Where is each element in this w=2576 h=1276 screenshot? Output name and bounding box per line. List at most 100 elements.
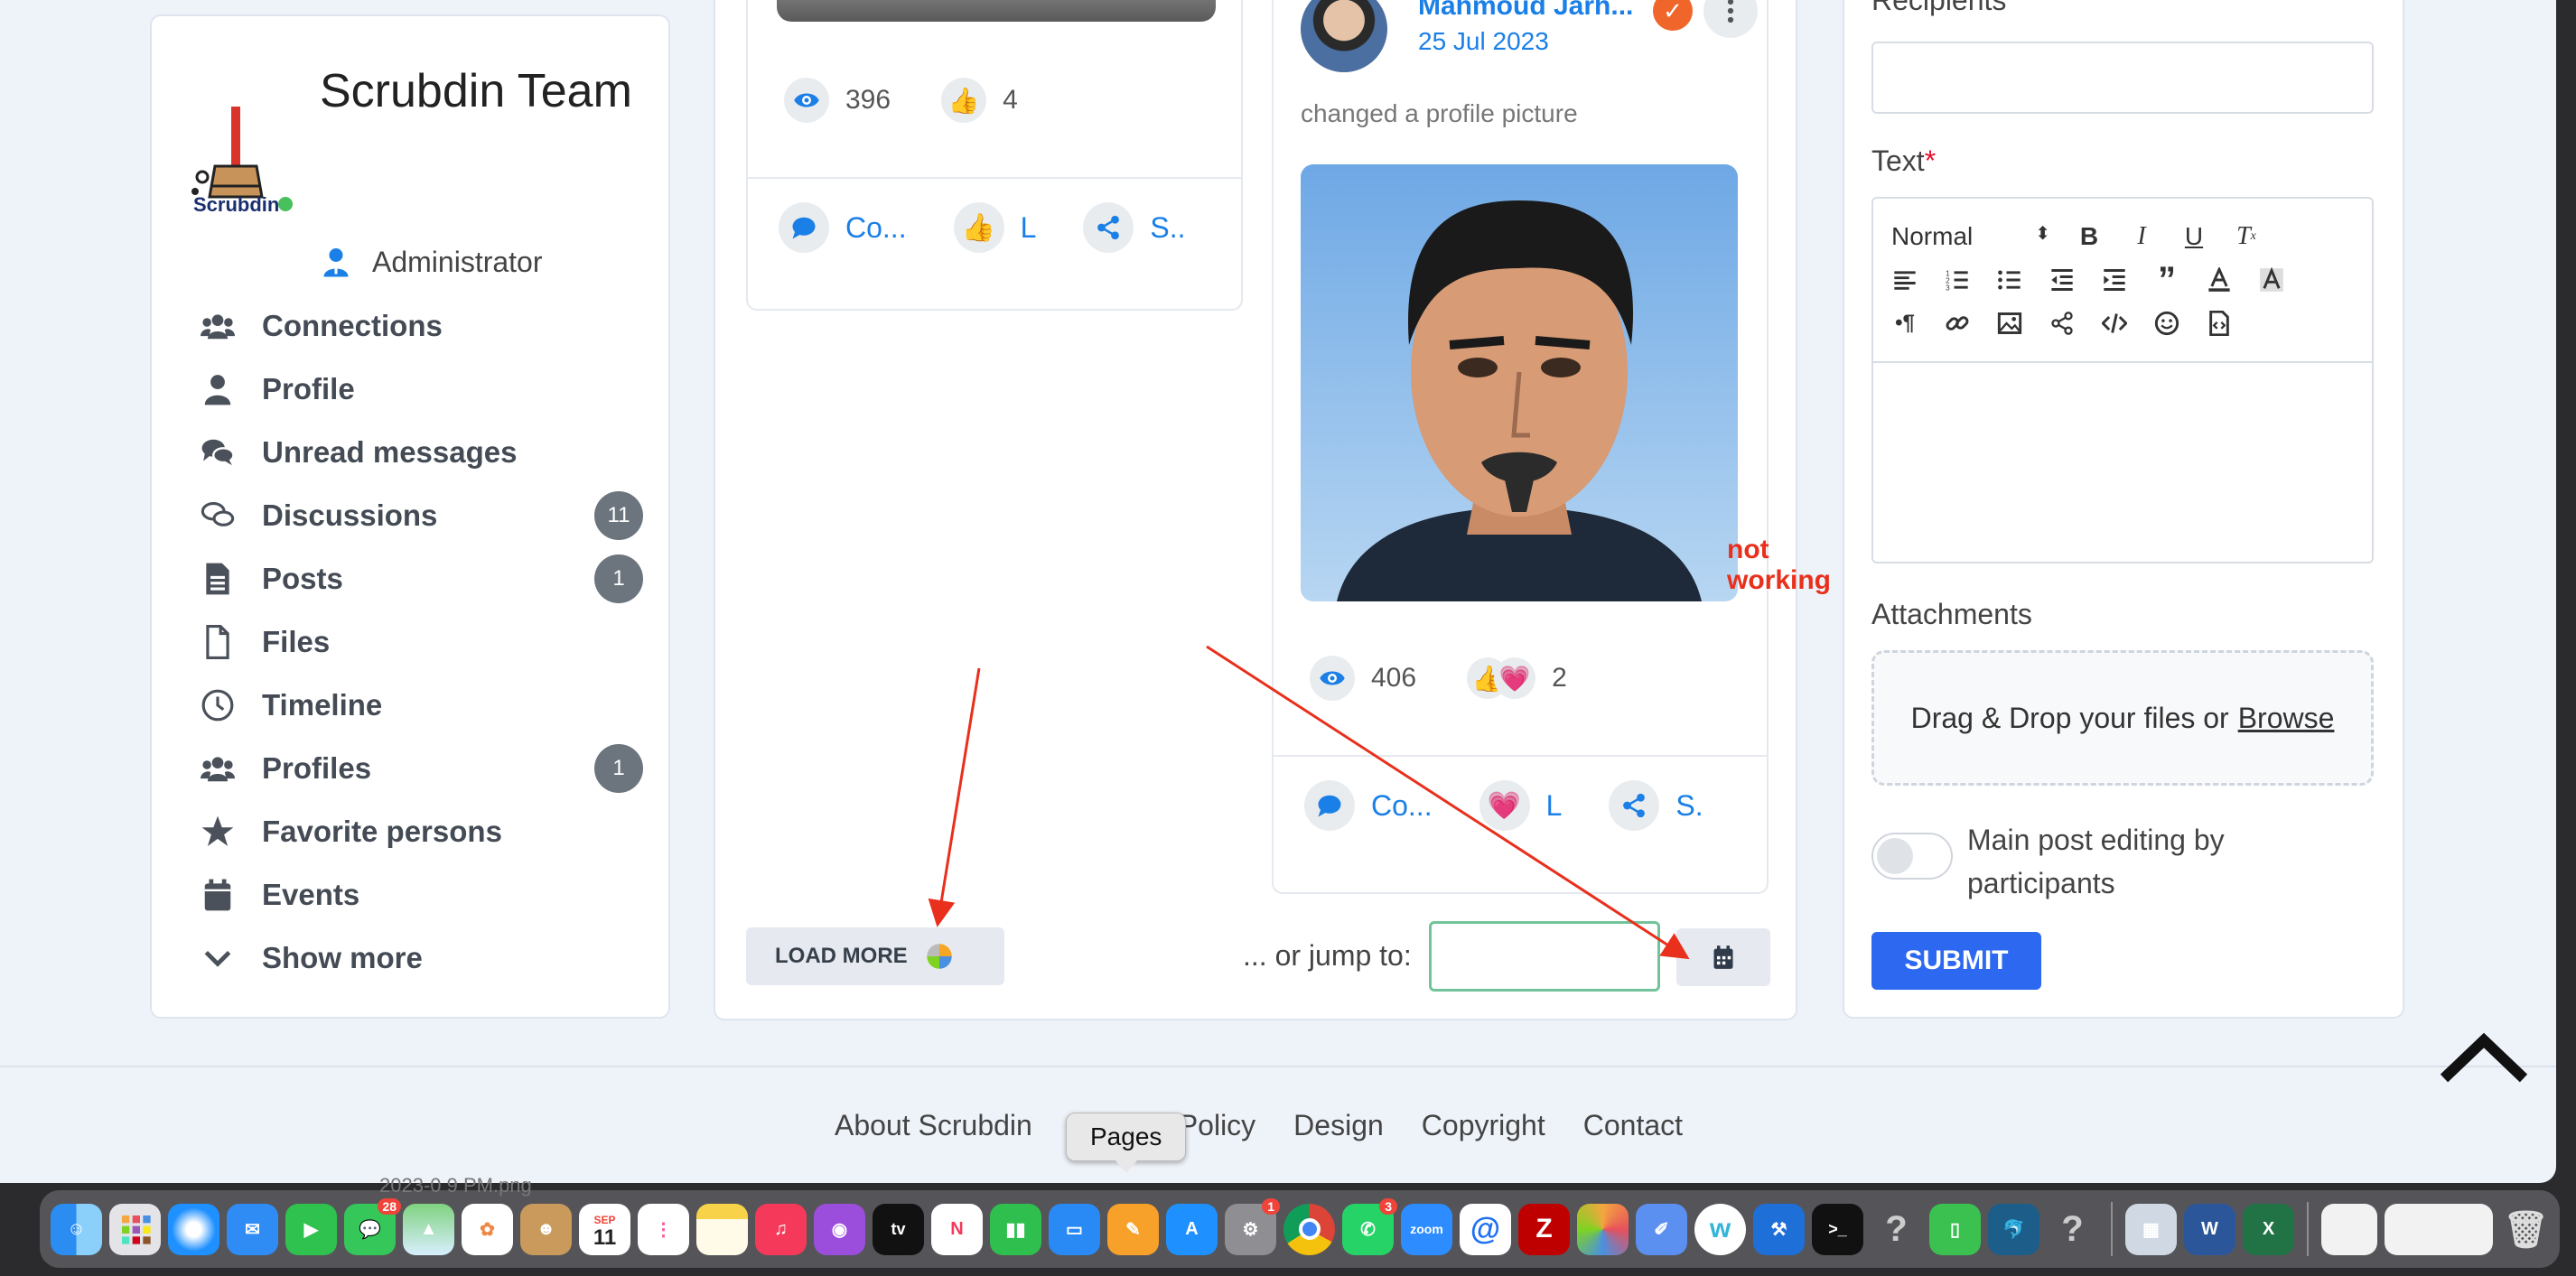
chrome-icon[interactable]: [1283, 1203, 1335, 1255]
colorful-app-icon[interactable]: [1577, 1203, 1629, 1255]
background-color-icon[interactable]: [2258, 266, 2285, 293]
pages-icon[interactable]: ✎: [1107, 1203, 1159, 1255]
emoji-icon[interactable]: [2153, 310, 2180, 337]
reactions-stat[interactable]: 👍 💗 2: [1467, 657, 1567, 699]
post-menu-button[interactable]: [1703, 0, 1758, 38]
sidebar-item-files[interactable]: Files: [201, 610, 643, 674]
main-post-editing-toggle[interactable]: [1871, 833, 1953, 880]
format-select[interactable]: Normal ⬍: [1891, 222, 2050, 251]
launchpad-icon[interactable]: [109, 1203, 161, 1255]
recipients-input[interactable]: [1871, 42, 2374, 114]
italic-button[interactable]: I: [2128, 222, 2155, 250]
load-more-button[interactable]: LOAD MORE: [746, 927, 1004, 985]
excel-icon[interactable]: X: [2243, 1203, 2294, 1255]
xcode-icon[interactable]: ⚒: [1753, 1203, 1805, 1255]
like-button[interactable]: 💗 L: [1479, 780, 1562, 831]
ordered-list-icon[interactable]: 123: [1944, 266, 1971, 293]
sidebar-item-posts[interactable]: Posts 1: [201, 547, 643, 610]
music-icon[interactable]: ♫: [755, 1203, 807, 1255]
sidebar-item-unread-messages[interactable]: Unread messages: [201, 421, 643, 484]
pen-app-icon[interactable]: ✐: [1636, 1203, 1687, 1255]
share-button[interactable]: S..: [1083, 202, 1186, 253]
submit-button[interactable]: SUBMIT: [1871, 932, 2041, 990]
text-color-icon[interactable]: [2206, 266, 2233, 293]
downloads-stack-icon[interactable]: [2385, 1203, 2493, 1255]
blockquote-icon[interactable]: ”: [2153, 260, 2180, 300]
share-icon[interactable]: [2049, 310, 2076, 337]
outdent-icon[interactable]: [2049, 266, 2076, 293]
footer-link-contact[interactable]: Contact: [1583, 1109, 1683, 1142]
maps-icon[interactable]: ▲: [403, 1203, 454, 1255]
comment-button[interactable]: Co...: [779, 202, 907, 253]
mail-icon[interactable]: ✉: [227, 1203, 278, 1255]
footer-link-about[interactable]: About Scrubdin: [835, 1109, 1032, 1142]
whatsapp-icon[interactable]: ✆ 3: [1342, 1197, 1397, 1255]
browse-link[interactable]: Browse: [2238, 702, 2335, 735]
sidebar-item-events[interactable]: Events: [201, 863, 643, 927]
zoom-icon[interactable]: zoom: [1401, 1203, 1452, 1255]
sidebar-show-more[interactable]: Show more: [201, 927, 643, 990]
text-direction-icon[interactable]: •¶: [1891, 310, 1918, 337]
numbers-icon[interactable]: ▮▮: [990, 1203, 1041, 1255]
post-image[interactable]: [777, 0, 1216, 22]
like-button[interactable]: 👍 L: [953, 202, 1036, 253]
sidebar-item-connections[interactable]: Connections: [201, 294, 643, 358]
image-icon[interactable]: [1996, 310, 2023, 337]
photos-icon[interactable]: ✿: [462, 1203, 513, 1255]
jump-to-date-input[interactable]: [1429, 921, 1660, 992]
post-date-link[interactable]: 25 Jul 2023: [1418, 27, 1549, 56]
sidebar-item-favorite-persons[interactable]: Favorite persons: [201, 800, 643, 863]
align-icon[interactable]: [1891, 266, 1918, 293]
safari-icon[interactable]: ✦: [168, 1203, 219, 1255]
unknown-app-icon[interactable]: ?: [2047, 1204, 2098, 1255]
recent-file-icon[interactable]: [2321, 1203, 2377, 1255]
author-name-link[interactable]: Mahmoud Jarh...: [1418, 0, 1633, 22]
finder-icon[interactable]: ☺: [51, 1203, 102, 1255]
code-file-icon[interactable]: [2206, 310, 2233, 337]
attachments-dropzone[interactable]: Drag & Drop your files or Browse: [1871, 650, 2374, 786]
code-icon[interactable]: [2101, 310, 2128, 337]
footer-link-copyright[interactable]: Copyright: [1422, 1109, 1545, 1142]
messages-icon[interactable]: 💬 28: [344, 1197, 401, 1255]
comment-button[interactable]: Co...: [1304, 780, 1433, 831]
indent-icon[interactable]: [2101, 266, 2128, 293]
sidebar-item-profiles[interactable]: Profiles 1: [201, 737, 643, 800]
clear-format-button[interactable]: Tx: [2233, 222, 2260, 250]
date-picker-button[interactable]: [1676, 928, 1770, 986]
footer-link-design[interactable]: Design: [1293, 1109, 1384, 1142]
bullet-list-icon[interactable]: [1996, 266, 2023, 293]
link-icon[interactable]: [1944, 310, 1971, 337]
reminders-icon[interactable]: ⋮: [638, 1203, 689, 1255]
calendar-app-icon[interactable]: SEP 11: [579, 1203, 630, 1255]
scroll-to-top-icon[interactable]: [2439, 1028, 2529, 1087]
sidebar-item-timeline[interactable]: Timeline: [201, 674, 643, 737]
apple-tv-icon[interactable]: tv: [873, 1203, 924, 1255]
word-icon[interactable]: W: [2184, 1203, 2235, 1255]
sidebar-item-profile[interactable]: Profile: [201, 358, 643, 421]
notes-icon[interactable]: [696, 1203, 748, 1255]
profile-picture-image[interactable]: [1301, 164, 1738, 601]
share-button[interactable]: S.: [1609, 780, 1703, 831]
editor-content-area[interactable]: [1873, 365, 2372, 562]
green-app-icon[interactable]: ▯: [1929, 1203, 1981, 1255]
preview-icon[interactable]: ▦: [2125, 1203, 2177, 1255]
trash-icon[interactable]: 🗑: [2500, 1204, 2552, 1255]
author-avatar[interactable]: [1301, 0, 1387, 72]
app-store-icon[interactable]: A: [1166, 1203, 1218, 1255]
bold-button[interactable]: B: [2076, 222, 2103, 250]
podcasts-icon[interactable]: ◉: [814, 1203, 865, 1255]
underline-button[interactable]: U: [2180, 222, 2207, 250]
filezilla-icon[interactable]: Z: [1518, 1203, 1570, 1255]
terminal-icon[interactable]: >_: [1812, 1203, 1863, 1255]
contacts-icon[interactable]: ☻: [520, 1203, 572, 1255]
facetime-icon[interactable]: ▶: [285, 1203, 337, 1255]
spiral-app-icon[interactable]: @: [1460, 1203, 1511, 1255]
unknown-app-icon[interactable]: ?: [1871, 1204, 1922, 1255]
system-settings-icon[interactable]: ⚙ 1: [1225, 1197, 1280, 1255]
keynote-icon[interactable]: ▭: [1049, 1203, 1100, 1255]
sidebar-item-discussions[interactable]: Discussions 11: [201, 484, 643, 547]
news-icon[interactable]: N: [931, 1203, 983, 1255]
likes-stat[interactable]: 👍 4: [941, 78, 1018, 123]
footer-link-policy[interactable]: Policy: [1179, 1109, 1255, 1142]
mysql-workbench-icon[interactable]: 🐬: [1988, 1203, 2039, 1255]
